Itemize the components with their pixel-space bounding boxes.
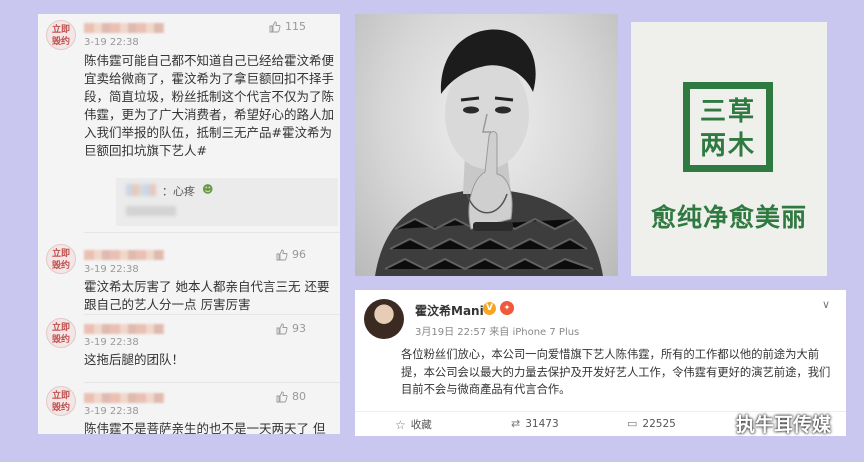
verified-badge-icon: V [483,302,496,315]
reply-box[interactable]: ：心疼 ☻ [116,178,338,226]
wechat-icon [704,413,729,433]
avatar-label: 立即 [51,249,70,259]
comment-time: 3-19 22:38 [84,337,139,348]
avatar[interactable] [364,299,404,339]
avatar[interactable]: 立即 毁约 [46,318,76,348]
thumb-up-icon [276,323,288,334]
avatar-label: 立即 [51,323,70,333]
like-count: 96 [292,248,306,261]
avatar-label: 毁约 [51,335,70,345]
brand-logo-card: 三草 两木 愈纯净愈美丽 [631,22,827,276]
like-count: 93 [292,322,306,335]
brand-slogan: 愈纯净愈美丽 [650,203,807,232]
logo-text-line1: 三草 [699,97,756,127]
like-button[interactable]: 93 [276,322,306,335]
username-redacted [84,393,164,403]
post-body: 各位粉丝们放心，本公司一向爱惜旗下艺人陈伟霆，所有的工作都以他的前途为大前提，本… [401,348,831,396]
thumb-up-icon [269,21,281,32]
comment-button[interactable]: ▭ 22525 [627,417,676,430]
avatar[interactable]: 立即 毁约 [46,244,76,274]
username-redacted [84,250,164,260]
comment-time: 3-19 22:38 [84,406,139,417]
comment-icon: ▭ [627,417,638,430]
redacted-name [126,184,156,196]
portrait-illustration [375,29,603,276]
divider [84,314,340,315]
emoji-icon: ☻ [202,183,214,196]
thumb-up-icon [276,391,288,402]
like-button[interactable]: 80 [276,390,306,403]
repost-icon: ⇄ [511,417,521,430]
comment-text: 这拖后腿的团队！ [84,352,185,367]
comment-count: 22525 [642,417,676,430]
comments-panel: 立即 毁约 3-19 22:38 115 陈伟霆可能自己都不知道自己已经给霍汶希… [38,14,340,434]
repost-button[interactable]: ⇄ 31473 [511,417,559,430]
repost-count: 31473 [525,417,559,430]
brand-logo: 三草 两木 [683,82,773,172]
portrait-photo [355,14,618,276]
redacted-reply [126,206,176,216]
username-redacted [84,324,164,334]
comment-text: 霍汶希太厉害了 她本人都亲自代言三无 还要跟自己的艺人分一点 厉害厉害 [84,279,330,312]
star-icon: ☆ [395,417,406,432]
collect-button[interactable]: ☆ 收藏 [395,417,432,432]
comment-text: 陈伟霆可能自己都不知道自己已经给霍汶希便宜卖给微商了，霍汶希为了拿巨额回扣不择手… [84,53,335,158]
avatar-label: 立即 [51,391,70,401]
post-meta: 3月19日 22:57 来自 iPhone 7 Plus [415,327,580,338]
username-redacted [84,23,164,33]
avatar-label: 毁约 [51,261,70,271]
logo-text-line2: 两木 [699,131,756,161]
like-count: 115 [285,20,306,33]
avatar-label: 毁约 [51,37,70,47]
watermark: 执牛耳传媒 [704,410,831,437]
divider [84,232,340,233]
avatar-label: 立即 [51,25,70,35]
like-button[interactable]: 115 [269,20,306,33]
avatar-label: 毁约 [51,403,70,413]
like-button[interactable]: 96 [276,248,306,261]
avatar[interactable]: 立即 毁约 [46,386,76,416]
reply-text: ：心疼 [162,185,195,198]
chevron-down-icon[interactable]: ∨ [822,298,830,311]
divider [84,382,340,383]
comment-time: 3-19 22:38 [84,264,139,275]
watermark-text: 执牛耳传媒 [736,414,832,436]
avatar[interactable]: 立即 毁约 [46,20,76,50]
thumb-up-icon [276,249,288,260]
like-count: 80 [292,390,306,403]
comment-text: 陈伟霆不是菩萨亲生的也不是一天两天了 但 [84,421,326,434]
post-author-name[interactable]: 霍汶希Mani [415,302,484,319]
medal-icon: ✦ [500,301,514,315]
collect-label: 收藏 [410,419,432,431]
comment-time: 3-19 22:38 [84,37,139,48]
